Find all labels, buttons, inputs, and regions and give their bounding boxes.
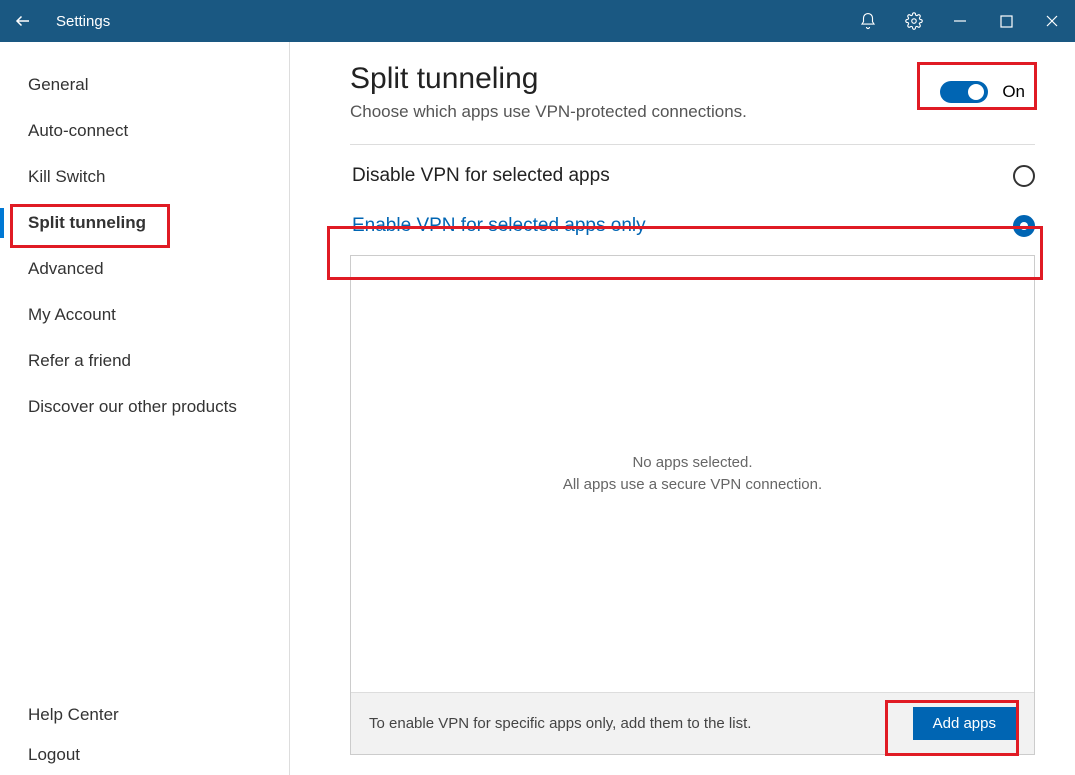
sidebar-item-general[interactable]: General (0, 62, 289, 108)
sidebar-item-advanced[interactable]: Advanced (0, 246, 289, 292)
sidebar-item-discover[interactable]: Discover our other products (0, 384, 289, 430)
toggle-knob (968, 84, 984, 100)
option-enable-vpn-only[interactable]: Enable VPN for selected apps only (350, 201, 1035, 251)
window-title: Settings (46, 13, 110, 30)
apps-panel-footer: To enable VPN for specific apps only, ad… (351, 692, 1034, 754)
sidebar-item-auto-connect[interactable]: Auto-connect (0, 108, 289, 154)
radio-on-icon (1013, 215, 1035, 237)
split-tunneling-toggle-wrap: On (930, 77, 1035, 107)
settings-gear-icon[interactable] (891, 12, 937, 30)
option-disable-vpn-label: Disable VPN for selected apps (352, 165, 610, 187)
add-apps-button[interactable]: Add apps (913, 707, 1016, 740)
split-tunneling-toggle[interactable] (940, 81, 988, 103)
sidebar-item-split-tunneling[interactable]: Split tunneling (0, 200, 289, 246)
content-header: Split tunneling Choose which apps use VP… (350, 62, 1035, 122)
minimize-button[interactable] (937, 14, 983, 28)
sidebar-item-refer[interactable]: Refer a friend (0, 338, 289, 384)
radio-off-icon (1013, 165, 1035, 187)
close-button[interactable] (1029, 14, 1075, 28)
apps-footer-text: To enable VPN for specific apps only, ad… (369, 715, 751, 732)
main-area: General Auto-connect Kill Switch Split t… (0, 42, 1075, 775)
content-pane: Split tunneling Choose which apps use VP… (290, 42, 1075, 775)
sidebar-item-my-account[interactable]: My Account (0, 292, 289, 338)
apps-empty-line1: No apps selected. (632, 452, 752, 475)
apps-empty-state: No apps selected. All apps use a secure … (351, 256, 1034, 692)
sidebar-item-kill-switch[interactable]: Kill Switch (0, 154, 289, 200)
sidebar: General Auto-connect Kill Switch Split t… (0, 42, 290, 775)
titlebar: Settings (0, 0, 1075, 42)
maximize-button[interactable] (983, 15, 1029, 28)
divider (350, 144, 1035, 145)
sidebar-item-help-center[interactable]: Help Center (0, 695, 289, 735)
page-subheading: Choose which apps use VPN-protected conn… (350, 102, 747, 122)
toggle-state-label: On (1002, 82, 1025, 102)
apps-list-panel: No apps selected. All apps use a secure … (350, 255, 1035, 755)
back-button[interactable] (0, 12, 46, 30)
apps-empty-line2: All apps use a secure VPN connection. (563, 474, 822, 497)
option-disable-vpn[interactable]: Disable VPN for selected apps (350, 151, 1035, 201)
page-heading: Split tunneling (350, 62, 747, 96)
notifications-icon[interactable] (845, 12, 891, 30)
option-enable-vpn-only-label: Enable VPN for selected apps only (352, 215, 646, 237)
sidebar-item-logout[interactable]: Logout (0, 735, 289, 775)
